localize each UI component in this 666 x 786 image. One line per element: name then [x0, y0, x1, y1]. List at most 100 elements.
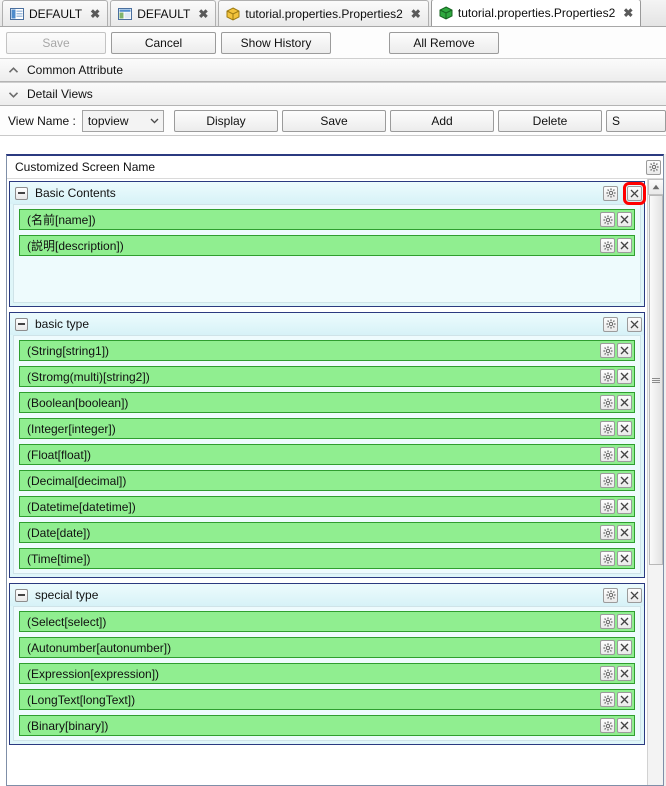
close-icon[interactable]: [617, 718, 632, 733]
close-icon[interactable]: [617, 212, 632, 227]
gear-icon[interactable]: [603, 185, 618, 201]
accordion-detail-views[interactable]: Detail Views: [0, 82, 666, 106]
gear-icon[interactable]: [600, 473, 615, 488]
field-row[interactable]: (Binary[binary]): [19, 715, 635, 736]
close-icon[interactable]: [617, 640, 632, 655]
minus-icon[interactable]: [15, 588, 28, 602]
gear-icon[interactable]: [600, 421, 615, 436]
gear-icon[interactable]: [603, 316, 618, 332]
view-name-select[interactable]: topview: [81, 109, 164, 132]
minus-icon[interactable]: [15, 186, 28, 200]
field-row[interactable]: (Stromg(multi)[string2]): [19, 366, 635, 387]
gear-icon[interactable]: [600, 343, 615, 358]
close-icon[interactable]: [617, 395, 632, 410]
display-button[interactable]: Display: [174, 109, 278, 132]
group-title: special type: [35, 588, 99, 602]
layout-left-panel-icon: [10, 7, 24, 21]
field-row[interactable]: (Autonumber[autonumber]): [19, 637, 635, 658]
close-icon[interactable]: [617, 369, 632, 384]
view-name-select-value: topview: [87, 113, 129, 128]
save-button[interactable]: Save: [6, 31, 106, 54]
field-row[interactable]: (Boolean[boolean]): [19, 392, 635, 413]
close-icon[interactable]: [617, 551, 632, 566]
view-action-buttons: Display Save Add Delete S: [170, 109, 666, 132]
group-header[interactable]: special type: [10, 584, 644, 606]
close-icon[interactable]: [627, 316, 642, 332]
minus-icon[interactable]: [15, 317, 28, 331]
field-row[interactable]: (Float[float]): [19, 444, 635, 465]
save-view-button[interactable]: Save: [282, 109, 386, 132]
tab-close-icon[interactable]: ✖: [87, 7, 100, 21]
field-row[interactable]: (Integer[integer]): [19, 418, 635, 439]
field-row[interactable]: (説明[description]): [19, 235, 635, 256]
tab-2[interactable]: tutorial.properties.Properties2 ✖: [218, 0, 429, 26]
gear-icon[interactable]: [600, 551, 615, 566]
gear-icon[interactable]: [600, 640, 615, 655]
field-row[interactable]: (Expression[expression]): [19, 663, 635, 684]
close-icon[interactable]: [617, 692, 632, 707]
panel-vertical-scrollbar[interactable]: [647, 179, 663, 785]
all-remove-button[interactable]: All Remove: [389, 31, 499, 54]
close-icon[interactable]: [617, 447, 632, 462]
close-icon[interactable]: [627, 587, 642, 603]
group-1: basic type (String[string1]) (Stromg(multi…: [9, 312, 645, 578]
gear-icon[interactable]: [600, 692, 615, 707]
view-name-row: View Name : topview Display Save Add Delete…: [0, 106, 666, 136]
field-label: (Decimal[decimal]): [27, 473, 127, 488]
show-history-button[interactable]: Show History: [221, 31, 331, 54]
close-icon[interactable]: [617, 499, 632, 514]
tab-0[interactable]: DEFAULT ✖: [2, 0, 109, 26]
field-label: (Expression[expression]): [27, 666, 160, 681]
accordion-common-attribute[interactable]: Common Attribute: [0, 58, 666, 82]
partial-button[interactable]: S: [606, 109, 666, 132]
tab-label: DEFAULT: [137, 6, 191, 21]
customized-screen-panel: Customized Screen Name Basic Contents (名前…: [6, 154, 664, 786]
close-icon[interactable]: [617, 238, 632, 253]
field-row[interactable]: (Datetime[datetime]): [19, 496, 635, 517]
close-icon[interactable]: [617, 614, 632, 629]
gear-icon[interactable]: [600, 238, 615, 253]
field-row[interactable]: (LongText[longText]): [19, 689, 635, 710]
tab-close-icon[interactable]: ✖: [195, 7, 208, 21]
field-row[interactable]: (名前[name]): [19, 209, 635, 230]
chevron-down-icon: [8, 91, 19, 98]
gear-icon[interactable]: [600, 525, 615, 540]
panel-header: Customized Screen Name: [7, 156, 663, 178]
gear-icon[interactable]: [646, 159, 661, 175]
field-row[interactable]: (Select[select]): [19, 611, 635, 632]
close-icon[interactable]: [617, 666, 632, 681]
field-label: (名前[name]): [27, 213, 96, 227]
close-icon[interactable]: [617, 525, 632, 540]
gear-icon[interactable]: [600, 369, 615, 384]
group-header[interactable]: basic type: [10, 313, 644, 335]
scroll-up-button[interactable]: [647, 179, 663, 195]
close-icon[interactable]: [617, 343, 632, 358]
tab-label: tutorial.properties.Properties2: [245, 6, 403, 21]
field-label: (Integer[integer]): [27, 421, 116, 436]
scroll-thumb[interactable]: [648, 195, 663, 565]
tab-1[interactable]: DEFAULT ✖: [110, 0, 217, 26]
tab-close-icon[interactable]: ✖: [408, 7, 421, 21]
field-row[interactable]: (String[string1]): [19, 340, 635, 361]
gear-icon[interactable]: [600, 614, 615, 629]
gear-icon[interactable]: [600, 666, 615, 681]
close-icon[interactable]: [623, 181, 646, 205]
field-row[interactable]: (Decimal[decimal]): [19, 470, 635, 491]
add-button[interactable]: Add: [390, 109, 494, 132]
gear-icon[interactable]: [600, 212, 615, 227]
cancel-button[interactable]: Cancel: [111, 31, 216, 54]
field-row[interactable]: (Date[date]): [19, 522, 635, 543]
gear-icon[interactable]: [600, 447, 615, 462]
scroll-track[interactable]: [647, 195, 663, 785]
gear-icon[interactable]: [600, 395, 615, 410]
close-icon[interactable]: [617, 473, 632, 488]
delete-button[interactable]: Delete: [498, 109, 602, 132]
gear-icon[interactable]: [603, 587, 618, 603]
tab-close-icon[interactable]: ✖: [620, 6, 633, 20]
close-icon[interactable]: [617, 421, 632, 436]
gear-icon[interactable]: [600, 499, 615, 514]
gear-icon[interactable]: [600, 718, 615, 733]
field-row[interactable]: (Time[time]): [19, 548, 635, 569]
group-header[interactable]: Basic Contents: [10, 181, 646, 205]
tab-3[interactable]: tutorial.properties.Properties2 ✖: [430, 0, 642, 26]
